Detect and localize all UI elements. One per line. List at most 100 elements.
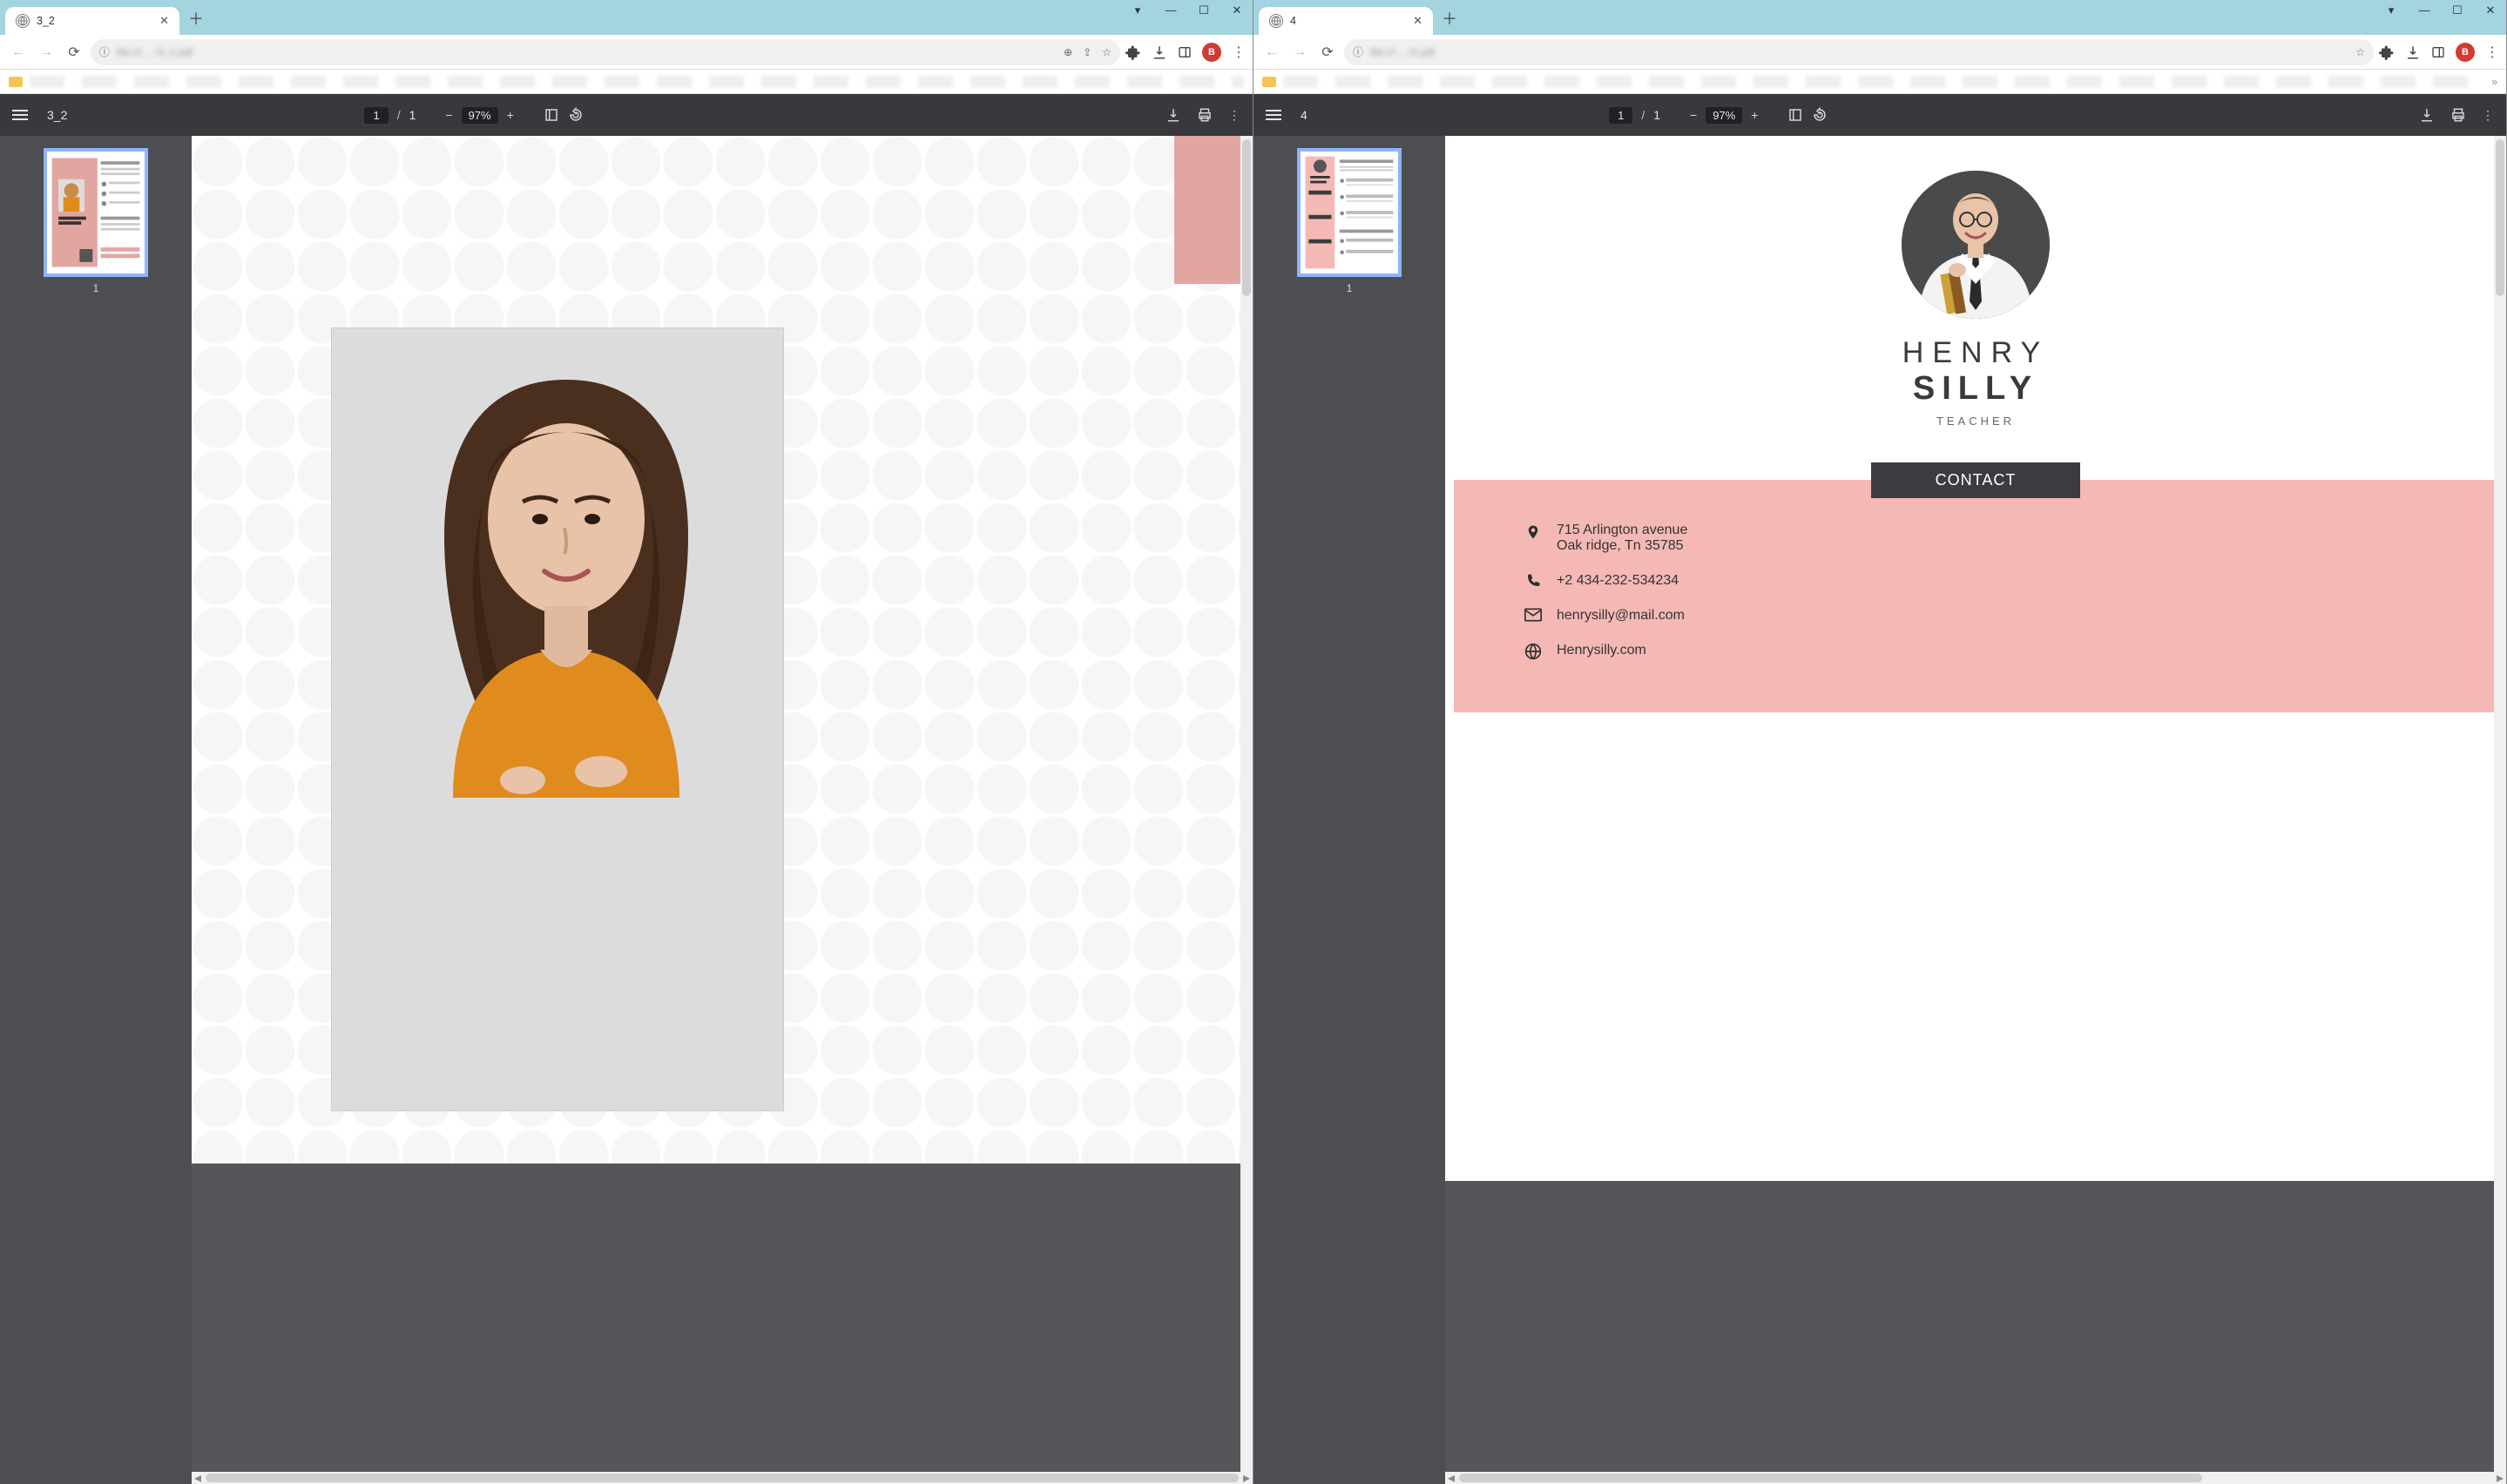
browser-toolbar: ← → ⟳ ⓘ file:///… /3_2.pdf ⊕ ⇪ ☆ B ⋮ (0, 35, 1253, 70)
chrome-menu-icon[interactable]: ⋮ (1232, 44, 1246, 61)
pdf-viewport: 1 (0, 136, 1253, 1484)
rotate-icon[interactable] (1812, 107, 1828, 123)
new-tab-button[interactable]: ＋ (1442, 7, 1457, 30)
pdf-toolbar: 3_2 1 / 1 − 97% + ⋮ (0, 94, 1253, 136)
new-tab-button[interactable]: ＋ (188, 7, 204, 30)
resume-role: TEACHER (1445, 415, 2506, 428)
fit-page-icon[interactable] (1787, 107, 1803, 123)
website-value: Henrysilly.com (1557, 643, 1646, 658)
caption-dropdown-icon[interactable]: ▾ (1127, 3, 1148, 17)
resume-first-name: HENRY (1445, 336, 2506, 370)
page-thumbnail[interactable] (1297, 148, 1402, 277)
page-number-input[interactable]: 1 (1609, 107, 1632, 124)
bookmark-folder-icon[interactable] (9, 77, 23, 87)
extensions-puzzle-icon[interactable] (2379, 44, 2395, 60)
globe-icon (16, 14, 30, 28)
bookmarks-blurred (30, 76, 1244, 88)
zoom-level[interactable]: 97% (1706, 107, 1742, 124)
print-icon[interactable] (1197, 107, 1213, 123)
extensions-puzzle-icon[interactable] (1125, 44, 1141, 60)
pdf-page-area[interactable]: HENRY SILLY TEACHER CONTACT 715 Arlingto… (1445, 136, 2506, 1484)
profile-avatar[interactable]: B (1202, 43, 1221, 62)
print-icon[interactable] (2450, 107, 2466, 123)
profile-avatar[interactable]: B (2456, 43, 2475, 62)
chrome-menu-icon[interactable]: ⋮ (2485, 44, 2499, 61)
tab-title: 4 (1290, 15, 1296, 27)
zoom-out-button[interactable]: − (445, 108, 452, 122)
maximize-button[interactable]: ☐ (1193, 3, 1214, 17)
contact-website: Henrysilly.com (1524, 643, 2480, 660)
vertical-scrollbar[interactable] (2494, 136, 2506, 1472)
vertical-scrollbar[interactable] (1240, 136, 1253, 1472)
back-button[interactable]: ← (1260, 41, 1283, 64)
url-text: file:///… /3_2.pdf (117, 46, 193, 58)
pdf-filename: 3_2 (47, 108, 67, 122)
contact-section: CONTACT 715 Arlington avenue Oak ridge, … (1445, 462, 2506, 712)
contact-heading: CONTACT (1871, 462, 2080, 498)
page-thumbnail[interactable] (44, 148, 148, 277)
sidepanel-icon[interactable] (2431, 45, 2445, 59)
reload-button[interactable]: ⟳ (63, 41, 85, 64)
maximize-button[interactable]: ☐ (2447, 3, 2468, 17)
forward-button[interactable]: → (1288, 41, 1311, 64)
pdf-page: HENRY SILLY TEACHER CONTACT 715 Arlingto… (1445, 136, 2506, 1181)
resume-last-name: SILLY (1445, 370, 2506, 408)
pdf-menu-icon[interactable] (12, 110, 28, 120)
browser-window-left: 3_2 ✕ ＋ ▾ — ☐ ✕ ← → ⟳ ⓘ file:///… /3_2.p… (0, 0, 1254, 1484)
downloads-icon[interactable] (1152, 44, 1167, 60)
minimize-button[interactable]: — (1160, 3, 1181, 17)
fit-page-icon[interactable] (544, 107, 559, 123)
phone-icon (1524, 573, 1543, 589)
browser-toolbar: ← → ⟳ ⓘ file:///… /4.pdf ☆ B ⋮ (1254, 35, 2506, 70)
download-pdf-icon[interactable] (2419, 107, 2435, 123)
pdf-menu-icon[interactable] (1266, 110, 1281, 120)
site-info-icon[interactable]: ⓘ (99, 44, 110, 59)
minimize-button[interactable]: — (2414, 3, 2435, 17)
tab-active[interactable]: 4 ✕ (1259, 7, 1433, 35)
bookmark-star-icon[interactable]: ☆ (2355, 46, 2365, 58)
thumbnail-sidebar: 1 (0, 136, 192, 1484)
site-info-icon[interactable]: ⓘ (1353, 44, 1363, 59)
reload-button[interactable]: ⟳ (1316, 41, 1339, 64)
contact-address: 715 Arlington avenue Oak ridge, Tn 35785 (1524, 523, 2480, 554)
page-number-input[interactable]: 1 (364, 107, 388, 124)
rotate-icon[interactable] (568, 107, 584, 123)
close-window-button[interactable]: ✕ (1226, 3, 1247, 17)
bookmarks-blurred (1283, 76, 2484, 88)
horizontal-scrollbar[interactable]: ◂ ▸ (192, 1472, 1253, 1484)
downloads-icon[interactable] (2405, 44, 2421, 60)
zoom-in-button[interactable]: + (1751, 108, 1758, 122)
tab-strip: 3_2 ✕ ＋ ▾ — ☐ ✕ (0, 0, 1253, 35)
tab-title: 3_2 (37, 15, 55, 27)
thumbnail-sidebar: 1 (1254, 136, 1445, 1484)
zoom-icon[interactable]: ⊕ (1064, 46, 1072, 58)
pdf-page-area[interactable]: ◂ ▸ (192, 136, 1253, 1484)
tab-active[interactable]: 3_2 ✕ (5, 7, 179, 35)
download-pdf-icon[interactable] (1166, 107, 1181, 123)
page-separator: / (397, 108, 401, 122)
zoom-in-button[interactable]: + (507, 108, 514, 122)
caption-dropdown-icon[interactable]: ▾ (2381, 3, 2402, 17)
window-controls: ▾ — ☐ ✕ (1127, 3, 1247, 17)
close-window-button[interactable]: ✕ (2480, 3, 2501, 17)
page-separator: / (1641, 108, 1645, 122)
bookmark-star-icon[interactable]: ☆ (1102, 46, 1112, 58)
pdf-more-icon[interactable]: ⋮ (2482, 108, 2494, 123)
bookmark-overflow-icon[interactable]: » (2491, 76, 2497, 88)
horizontal-scrollbar[interactable]: ◂ ▸ (1445, 1472, 2506, 1484)
globe-web-icon (1524, 643, 1543, 660)
zoom-level[interactable]: 97% (462, 107, 498, 124)
zoom-out-button[interactable]: − (1690, 108, 1697, 122)
address-bar[interactable]: ⓘ file:///… /3_2.pdf ⊕ ⇪ ☆ (91, 39, 1120, 65)
envelope-icon (1524, 608, 1543, 622)
address-bar[interactable]: ⓘ file:///… /4.pdf ☆ (1344, 39, 2374, 65)
pdf-toolbar: 4 1 / 1 − 97% + ⋮ (1254, 94, 2506, 136)
bookmark-folder-icon[interactable] (1262, 77, 1276, 87)
forward-button[interactable]: → (35, 41, 57, 64)
pdf-more-icon[interactable]: ⋮ (1228, 108, 1240, 123)
back-button[interactable]: ← (7, 41, 30, 64)
share-icon[interactable]: ⇪ (1083, 46, 1091, 58)
sidepanel-icon[interactable] (1178, 45, 1192, 59)
close-tab-icon[interactable]: ✕ (159, 14, 169, 28)
close-tab-icon[interactable]: ✕ (1413, 14, 1422, 28)
